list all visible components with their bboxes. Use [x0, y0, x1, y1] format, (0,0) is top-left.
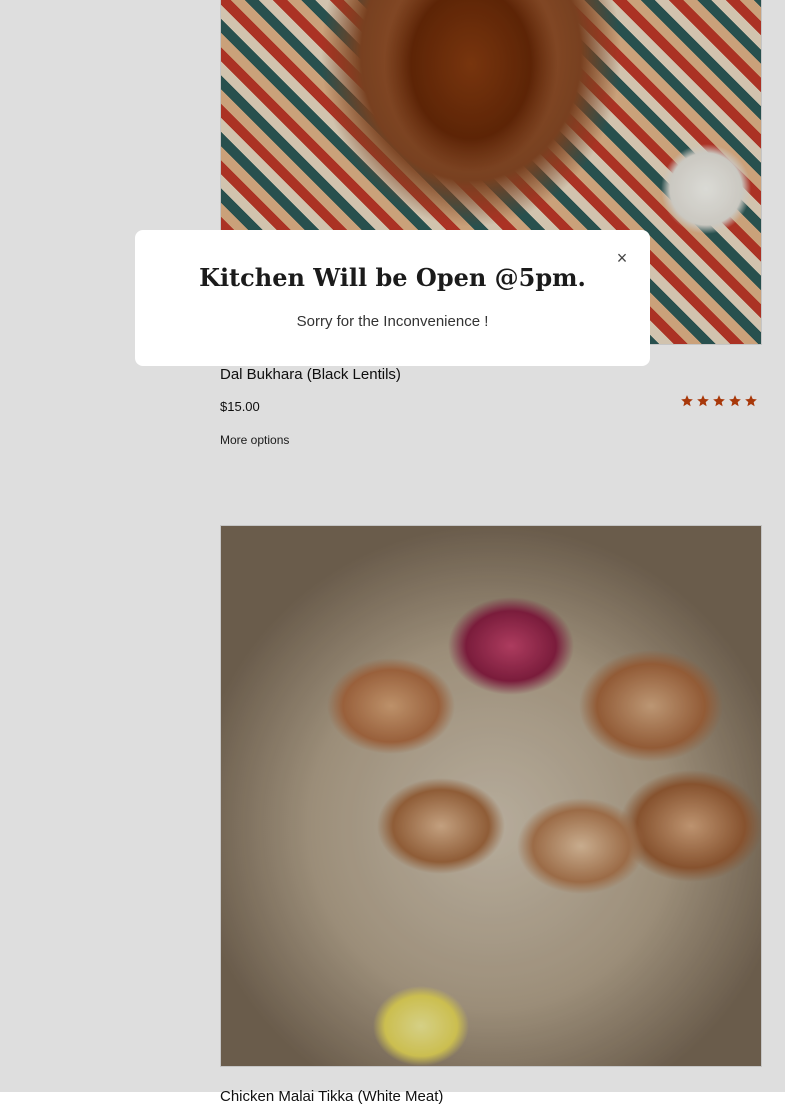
modal-overlay[interactable] — [0, 0, 785, 1092]
modal-message: Sorry for the Inconvenience ! — [296, 313, 489, 330]
modal-title: Kitchen Will be Open @5pm. — [199, 263, 586, 292]
notice-modal: × Kitchen Will be Open @5pm. Sorry for t… — [135, 230, 650, 366]
